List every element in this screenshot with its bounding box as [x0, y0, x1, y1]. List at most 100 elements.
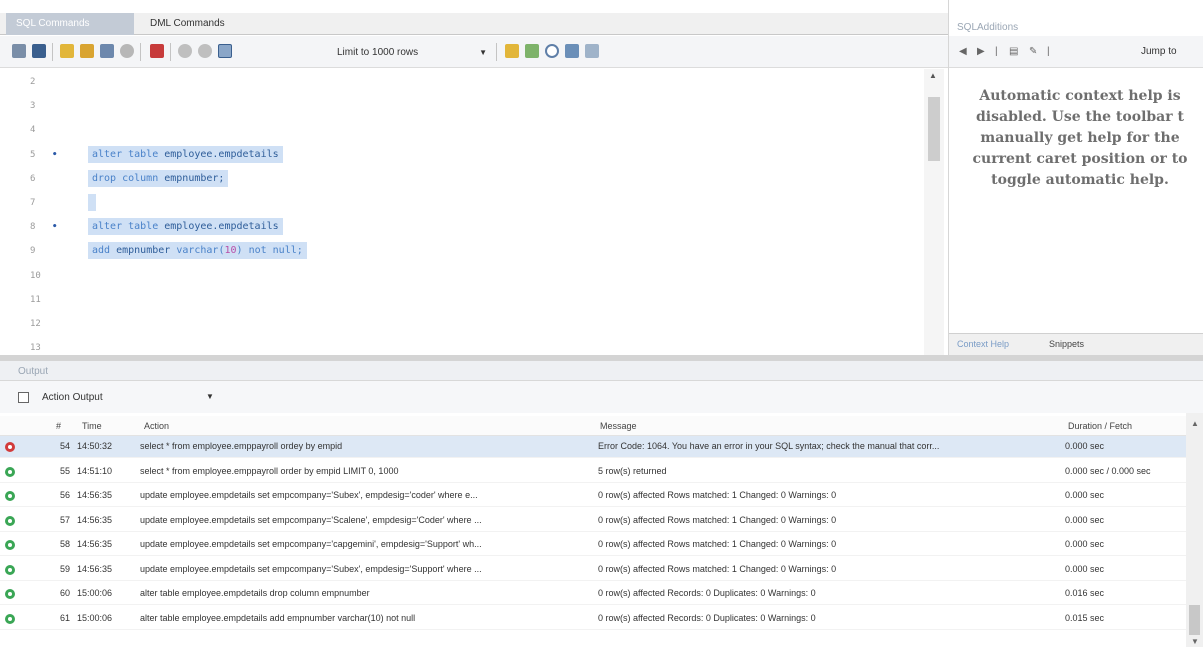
- tab-context-help[interactable]: Context Help: [957, 339, 1009, 349]
- manual-help-icon[interactable]: ▤: [1009, 46, 1018, 57]
- find-icon[interactable]: [525, 44, 539, 58]
- code-line[interactable]: alter table employee.empdetails: [88, 218, 283, 236]
- row-action: update employee.empdetails set empcompan…: [140, 539, 482, 549]
- help-line: disabled. Use the toolbar t: [976, 109, 1184, 125]
- row-action: update employee.empdetails set empcompan…: [140, 563, 482, 574]
- row-duration: 0.015 sec: [1065, 612, 1105, 623]
- tab-dml-commands[interactable]: DML Commands: [140, 13, 290, 35]
- scroll-up-icon[interactable]: ▲: [1191, 419, 1199, 428]
- scroll-down-icon[interactable]: ▼: [1191, 637, 1199, 646]
- row-number: 57: [59, 514, 70, 525]
- forward-arrow-icon[interactable]: ▶: [977, 46, 985, 57]
- side-panel-title: SQLAdditions: [957, 22, 1019, 33]
- code-token: empnumber: [116, 245, 177, 257]
- statement-marker-icon: •: [52, 222, 58, 233]
- line-number: 2: [30, 77, 36, 87]
- row-duration: 0.000 sec / 0.000 sec: [1065, 465, 1151, 476]
- grid-header: # Time Action Message Duration / Fetch: [0, 416, 1186, 436]
- toolbar-separator: [52, 43, 53, 61]
- search-icon[interactable]: [545, 44, 559, 58]
- row-number: 54: [59, 441, 70, 451]
- output-row[interactable]: 58 14:56:35 update employee.empdetails set…: [0, 534, 1186, 556]
- row-time: 15:00:06: [77, 588, 113, 598]
- toolbar-separator: [140, 43, 141, 61]
- line-number: 11: [30, 294, 41, 305]
- success-status-icon: [5, 466, 15, 477]
- invisible-chars-icon[interactable]: [565, 44, 579, 58]
- output-row[interactable]: 59 14:56:35 update employee.empdetails set…: [0, 559, 1186, 581]
- copy-icon[interactable]: [18, 392, 29, 403]
- autocommit-icon[interactable]: [218, 44, 232, 58]
- line-number: 13: [30, 343, 41, 354]
- limit-rows-select[interactable]: Limit to 1000 rows ▼: [337, 44, 487, 61]
- tab-snippets[interactable]: Snippets: [1049, 339, 1084, 349]
- row-action: alter table employee.empdetails drop col…: [140, 588, 370, 598]
- code-line[interactable]: add empnumber varchar(10) not null;: [88, 242, 307, 260]
- auto-help-icon[interactable]: ✎: [1029, 46, 1037, 57]
- save-icon[interactable]: [32, 44, 46, 58]
- column-header-duration[interactable]: Duration / Fetch: [1068, 421, 1132, 431]
- output-title-bar: Output: [0, 361, 1203, 381]
- row-action: select * from employee.emppayroll order …: [140, 465, 399, 476]
- column-header-action[interactable]: Action: [144, 421, 169, 431]
- code-token: varchar(: [176, 245, 225, 257]
- row-message: 5 row(s) returned: [598, 465, 667, 476]
- execute-current-icon[interactable]: [80, 44, 94, 58]
- commit-icon[interactable]: [178, 44, 192, 58]
- output-scrollbar[interactable]: ▲ ▼: [1186, 413, 1203, 647]
- open-folder-icon[interactable]: [12, 44, 26, 58]
- explain-icon[interactable]: [100, 44, 114, 58]
- row-message: 0 row(s) affected Rows matched: 1 Change…: [598, 514, 837, 525]
- tab-sql-commands[interactable]: SQL Commands: [6, 13, 134, 35]
- line-number: 9: [30, 246, 36, 257]
- row-message: 0 row(s) affected Records: 0 Duplicates:…: [598, 612, 816, 623]
- wrap-icon[interactable]: [585, 44, 599, 58]
- row-action: update employee.empdetails set empcompan…: [140, 514, 482, 525]
- chevron-down-icon[interactable]: ▼: [206, 392, 214, 401]
- output-title: Output: [18, 366, 49, 377]
- row-duration: 0.016 sec: [1065, 588, 1105, 598]
- chevron-down-icon: ▼: [479, 48, 487, 57]
- output-row[interactable]: 54 14:50:32 select * from employee.emppayr…: [0, 436, 1186, 458]
- output-row[interactable]: 56 14:56:35 update employee.empdetails set…: [0, 485, 1186, 507]
- line-number-gutter: 2 3 4 5 6 7 8 9 10 11 12 13: [0, 69, 76, 355]
- code-token: alter table: [92, 221, 165, 233]
- row-number: 61: [59, 612, 70, 623]
- scroll-thumb[interactable]: [1189, 605, 1200, 635]
- toggle-error-icon[interactable]: [150, 44, 164, 58]
- row-time: 14:50:32: [77, 441, 113, 451]
- editor-scrollbar[interactable]: ▲: [924, 69, 944, 355]
- output-row[interactable]: 60 15:00:06 alter table employee.empdetail…: [0, 583, 1186, 605]
- scroll-up-icon[interactable]: ▲: [929, 71, 937, 80]
- action-output-grid: # Time Action Message Duration / Fetch 5…: [0, 416, 1186, 640]
- side-panel-tabs: Context Help Snippets: [949, 333, 1203, 355]
- back-arrow-icon[interactable]: ◀: [959, 46, 967, 57]
- scroll-thumb[interactable]: [928, 97, 940, 161]
- code-line[interactable]: drop column empnumber;: [88, 169, 229, 187]
- execute-icon[interactable]: [60, 44, 74, 58]
- row-action: alter table employee.empdetails add empn…: [140, 612, 416, 623]
- context-help-message: Automatic context help is disabled. Use …: [949, 86, 1203, 191]
- row-duration: 0.000 sec: [1065, 563, 1105, 574]
- rollback-icon[interactable]: [198, 44, 212, 58]
- column-header-time[interactable]: Time: [82, 421, 102, 431]
- output-type-select[interactable]: Action Output: [42, 392, 103, 403]
- stop-icon[interactable]: [120, 44, 134, 58]
- output-row[interactable]: 55 14:51:10 select * from employee.emppayr…: [0, 461, 1186, 483]
- code-token: employee.empdetails: [164, 221, 279, 233]
- output-row[interactable]: 61 15:00:06 alter table employee.empdetail…: [0, 608, 1186, 630]
- statement-marker-icon: •: [52, 149, 58, 160]
- code-token: not null;: [242, 245, 303, 257]
- column-header-message[interactable]: Message: [600, 421, 637, 431]
- line-number: 4: [30, 125, 36, 136]
- side-panel-toolbar: ◀ ▶ | ▤ ✎ | Jump to: [949, 36, 1203, 68]
- row-action: update employee.empdetails set empcompan…: [140, 490, 478, 500]
- code-token: empnumber;: [164, 172, 225, 184]
- code-line[interactable]: alter table employee.empdetails: [88, 145, 283, 163]
- beautify-icon[interactable]: [505, 44, 519, 58]
- column-header-number[interactable]: #: [56, 421, 61, 431]
- jump-to-select[interactable]: Jump to: [1141, 46, 1177, 57]
- line-number: 6: [30, 173, 36, 184]
- output-row[interactable]: 57 14:56:35 update employee.empdetails set…: [0, 510, 1186, 532]
- row-number: 55: [59, 465, 70, 476]
